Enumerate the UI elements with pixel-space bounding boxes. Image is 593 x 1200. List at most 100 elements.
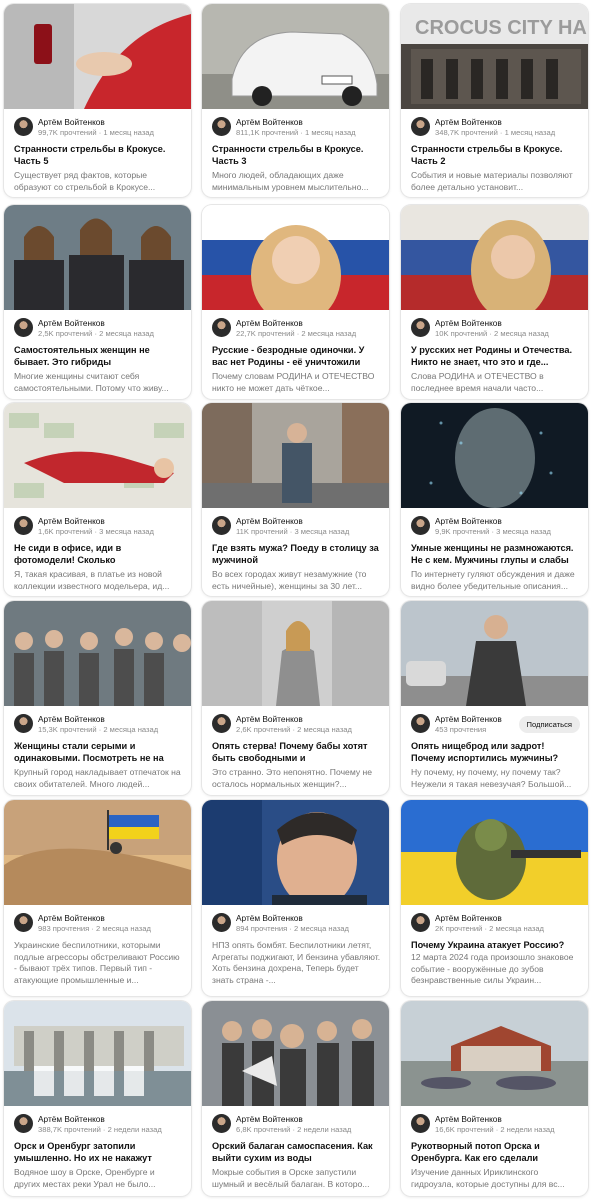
- crocus-city-hall-burned-photo[interactable]: CROCUS CITY HALL: [401, 4, 588, 109]
- article-meta: Артём Войтенков 348,7K прочтений · 1 меся…: [411, 117, 580, 139]
- man-in-city-photo[interactable]: [401, 601, 588, 706]
- article-card[interactable]: Артём Войтенков 11K прочтений · 3 месяца …: [202, 403, 389, 596]
- article-title[interactable]: Странности стрельбы в Крокусе. Часть 2: [411, 144, 580, 168]
- author-avatar[interactable]: [411, 913, 430, 932]
- article-title[interactable]: Странности стрельбы в Крокусе. Часть 5: [14, 144, 183, 168]
- author-name[interactable]: Артём Войтенков: [38, 714, 105, 724]
- author-avatar[interactable]: [212, 318, 231, 337]
- subscribe-button[interactable]: Подписаться: [518, 716, 580, 733]
- article-card[interactable]: Артём Войтенков 811,1K прочтений · 1 меся…: [202, 4, 389, 197]
- author-name[interactable]: Артём Войтенков: [38, 913, 105, 923]
- author-name[interactable]: Артём Войтенков: [435, 714, 502, 724]
- author-avatar[interactable]: [14, 1114, 33, 1133]
- author-avatar[interactable]: [411, 714, 430, 733]
- article-stats: 2,5K прочтений · 2 месяца назад: [38, 329, 154, 338]
- author-avatar[interactable]: [411, 516, 430, 535]
- article-card[interactable]: Артём Войтенков 983 прочтения · 2 месяца …: [4, 800, 191, 996]
- article-card[interactable]: Артём Войтенков 16,6K прочтений · 2 недел…: [401, 1001, 588, 1196]
- article-meta: Артём Войтенков 388,7K прочтений · 2 неде…: [14, 1114, 183, 1136]
- article-meta: Артём Войтенков 2,5K прочтений · 2 месяца…: [14, 318, 183, 340]
- article-card[interactable]: Артём Войтенков 9,9K прочтений · 3 месяца…: [401, 403, 588, 596]
- author-avatar[interactable]: [14, 714, 33, 733]
- woman-russian-flag-photo[interactable]: [401, 205, 588, 310]
- author-name[interactable]: Артём Войтенков: [435, 913, 502, 923]
- author-avatar[interactable]: [14, 318, 33, 337]
- author-avatar[interactable]: [14, 516, 33, 535]
- drone-ukrainian-flag-photo[interactable]: [4, 800, 191, 905]
- article-title[interactable]: Опять стерва! Почему бабы хотят быть сво…: [212, 741, 381, 765]
- article-title[interactable]: Орск и Оренбург затопили умышленно. Но и…: [14, 1141, 183, 1165]
- article-card[interactable]: Артём Войтенков 2,5K прочтений · 2 месяца…: [4, 205, 191, 399]
- soldier-illustration[interactable]: [401, 800, 588, 905]
- author-avatar[interactable]: [411, 1114, 430, 1133]
- article-title[interactable]: Умные женщины не размножаются. Не с кем.…: [411, 543, 580, 567]
- author-name[interactable]: Артём Войтенков: [236, 117, 303, 127]
- article-card[interactable]: Артём Войтенков 2,6K прочтений · 2 месяца…: [202, 601, 389, 795]
- author-name[interactable]: Артём Войтенков: [236, 1114, 303, 1124]
- woman-in-coat-photo[interactable]: [202, 601, 389, 706]
- zelensky-photo[interactable]: [202, 800, 389, 905]
- author-name[interactable]: Артём Войтенков: [435, 318, 502, 328]
- article-title[interactable]: У русских нет Родины и Отечества. Никто …: [411, 345, 580, 369]
- author-avatar[interactable]: [212, 913, 231, 932]
- article-card[interactable]: Артём Войтенков 99,7K прочтений · 1 месяц…: [4, 4, 191, 197]
- article-card[interactable]: Артём Войтенков 15,3K прочтений · 2 месяц…: [4, 601, 191, 795]
- three-women-photo[interactable]: [4, 205, 191, 310]
- author-name[interactable]: Артём Войтенков: [435, 516, 502, 526]
- article-meta: Артём Войтенков 894 прочтения · 2 месяца …: [212, 913, 381, 935]
- article-card[interactable]: Артём Войтенков 10K прочтений · 2 месяца …: [401, 205, 588, 399]
- article-title[interactable]: Женщины стали серыми и одинаковыми. Посм…: [14, 741, 183, 765]
- author-name[interactable]: Артём Войтенков: [38, 516, 105, 526]
- article-snippet: Во всех городах живут незамужние (то ест…: [212, 569, 367, 591]
- author-name[interactable]: Артём Войтенков: [236, 913, 303, 923]
- author-avatar[interactable]: [212, 714, 231, 733]
- girl-russian-flag-photo[interactable]: [202, 205, 389, 310]
- article-card[interactable]: Артём Войтенков 2К прочтений · 2 месяца н…: [401, 800, 588, 996]
- author-avatar[interactable]: [212, 1114, 231, 1133]
- article-card[interactable]: Артём Войтенков 388,7K прочтений · 2 неде…: [4, 1001, 191, 1196]
- article-card[interactable]: CROCUS CITY HALL Артём Войтенков348,7K пр…: [401, 4, 588, 197]
- article-title[interactable]: Опять нищеброд или задрот! Почему испорт…: [411, 741, 580, 765]
- author-avatar[interactable]: [411, 117, 430, 136]
- author-name[interactable]: Артём Войтенков: [38, 1114, 105, 1124]
- article-title[interactable]: Не сиди в офисе, иди в фотомодели! Сколь…: [14, 543, 183, 567]
- article-title[interactable]: Почему Украина атакует Россию?: [411, 940, 580, 952]
- article-card[interactable]: Артём Войтенков 453 прочтения Подписаться О…: [401, 601, 588, 795]
- author-name[interactable]: Артём Войтенков: [236, 714, 303, 724]
- author-name[interactable]: Артём Войтенков: [38, 318, 105, 328]
- flooded-house-photo[interactable]: [401, 1001, 588, 1106]
- author-avatar[interactable]: [14, 117, 33, 136]
- author-name[interactable]: Артём Войтенков: [38, 117, 105, 127]
- article-title[interactable]: Странности стрельбы в Крокусе. Часть 3: [212, 144, 381, 168]
- article-card[interactable]: Артём Войтенков 6,8K прочтений · 2 недели…: [202, 1001, 389, 1196]
- author-name[interactable]: Артём Войтенков: [236, 516, 303, 526]
- article-meta: Артём Войтенков 2,6K прочтений · 2 месяца…: [212, 714, 381, 736]
- author-name[interactable]: Артём Войтенков: [435, 1114, 502, 1124]
- blood-donation-photo[interactable]: [4, 4, 191, 109]
- author-avatar[interactable]: [212, 516, 231, 535]
- article-meta: Артём Войтенков 15,3K прочтений · 2 месяц…: [14, 714, 183, 736]
- article-meta: Артём Войтенков 9,9K прочтений · 3 месяца…: [411, 516, 580, 538]
- article-snippet: По интернету гуляют обсуждения и даже ви…: [411, 569, 575, 591]
- model-on-money-photo[interactable]: [4, 403, 191, 508]
- author-avatar[interactable]: [212, 117, 231, 136]
- article-card[interactable]: Артём Войтенков 22,7K прочтений · 2 месяц…: [202, 205, 389, 399]
- article-snippet: Много людей, обладающих даже минимальным…: [212, 170, 369, 192]
- article-title[interactable]: Самостоятельных женщин не бывает. Это ги…: [14, 345, 183, 369]
- crowd-megaphone-photo[interactable]: [202, 1001, 389, 1106]
- article-title[interactable]: Русские - безродные одиночки. У вас нет …: [212, 345, 381, 369]
- article-title[interactable]: Орский балаган самоспасения. Как выйти с…: [212, 1141, 381, 1165]
- article-title[interactable]: Где взять мужа? Поеду в столицу за мужчи…: [212, 543, 381, 567]
- author-name[interactable]: Артём Войтенков: [236, 318, 303, 328]
- white-car-photo[interactable]: [202, 4, 389, 109]
- article-card[interactable]: Артём Войтенков 894 прочтения · 2 месяца …: [202, 800, 389, 996]
- article-title[interactable]: Рукотворный потоп Орска и Оренбурга. Как…: [411, 1141, 580, 1165]
- article-card[interactable]: Артём Войтенков 1,6K прочтений · 3 месяца…: [4, 403, 191, 596]
- digital-face-photo[interactable]: [401, 403, 588, 508]
- author-avatar[interactable]: [14, 913, 33, 932]
- author-name[interactable]: Артём Войтенков: [435, 117, 502, 127]
- crowd-of-women-photo[interactable]: [4, 601, 191, 706]
- man-in-street-photo[interactable]: [202, 403, 389, 508]
- dam-spillway-photo[interactable]: [4, 1001, 191, 1106]
- author-avatar[interactable]: [411, 318, 430, 337]
